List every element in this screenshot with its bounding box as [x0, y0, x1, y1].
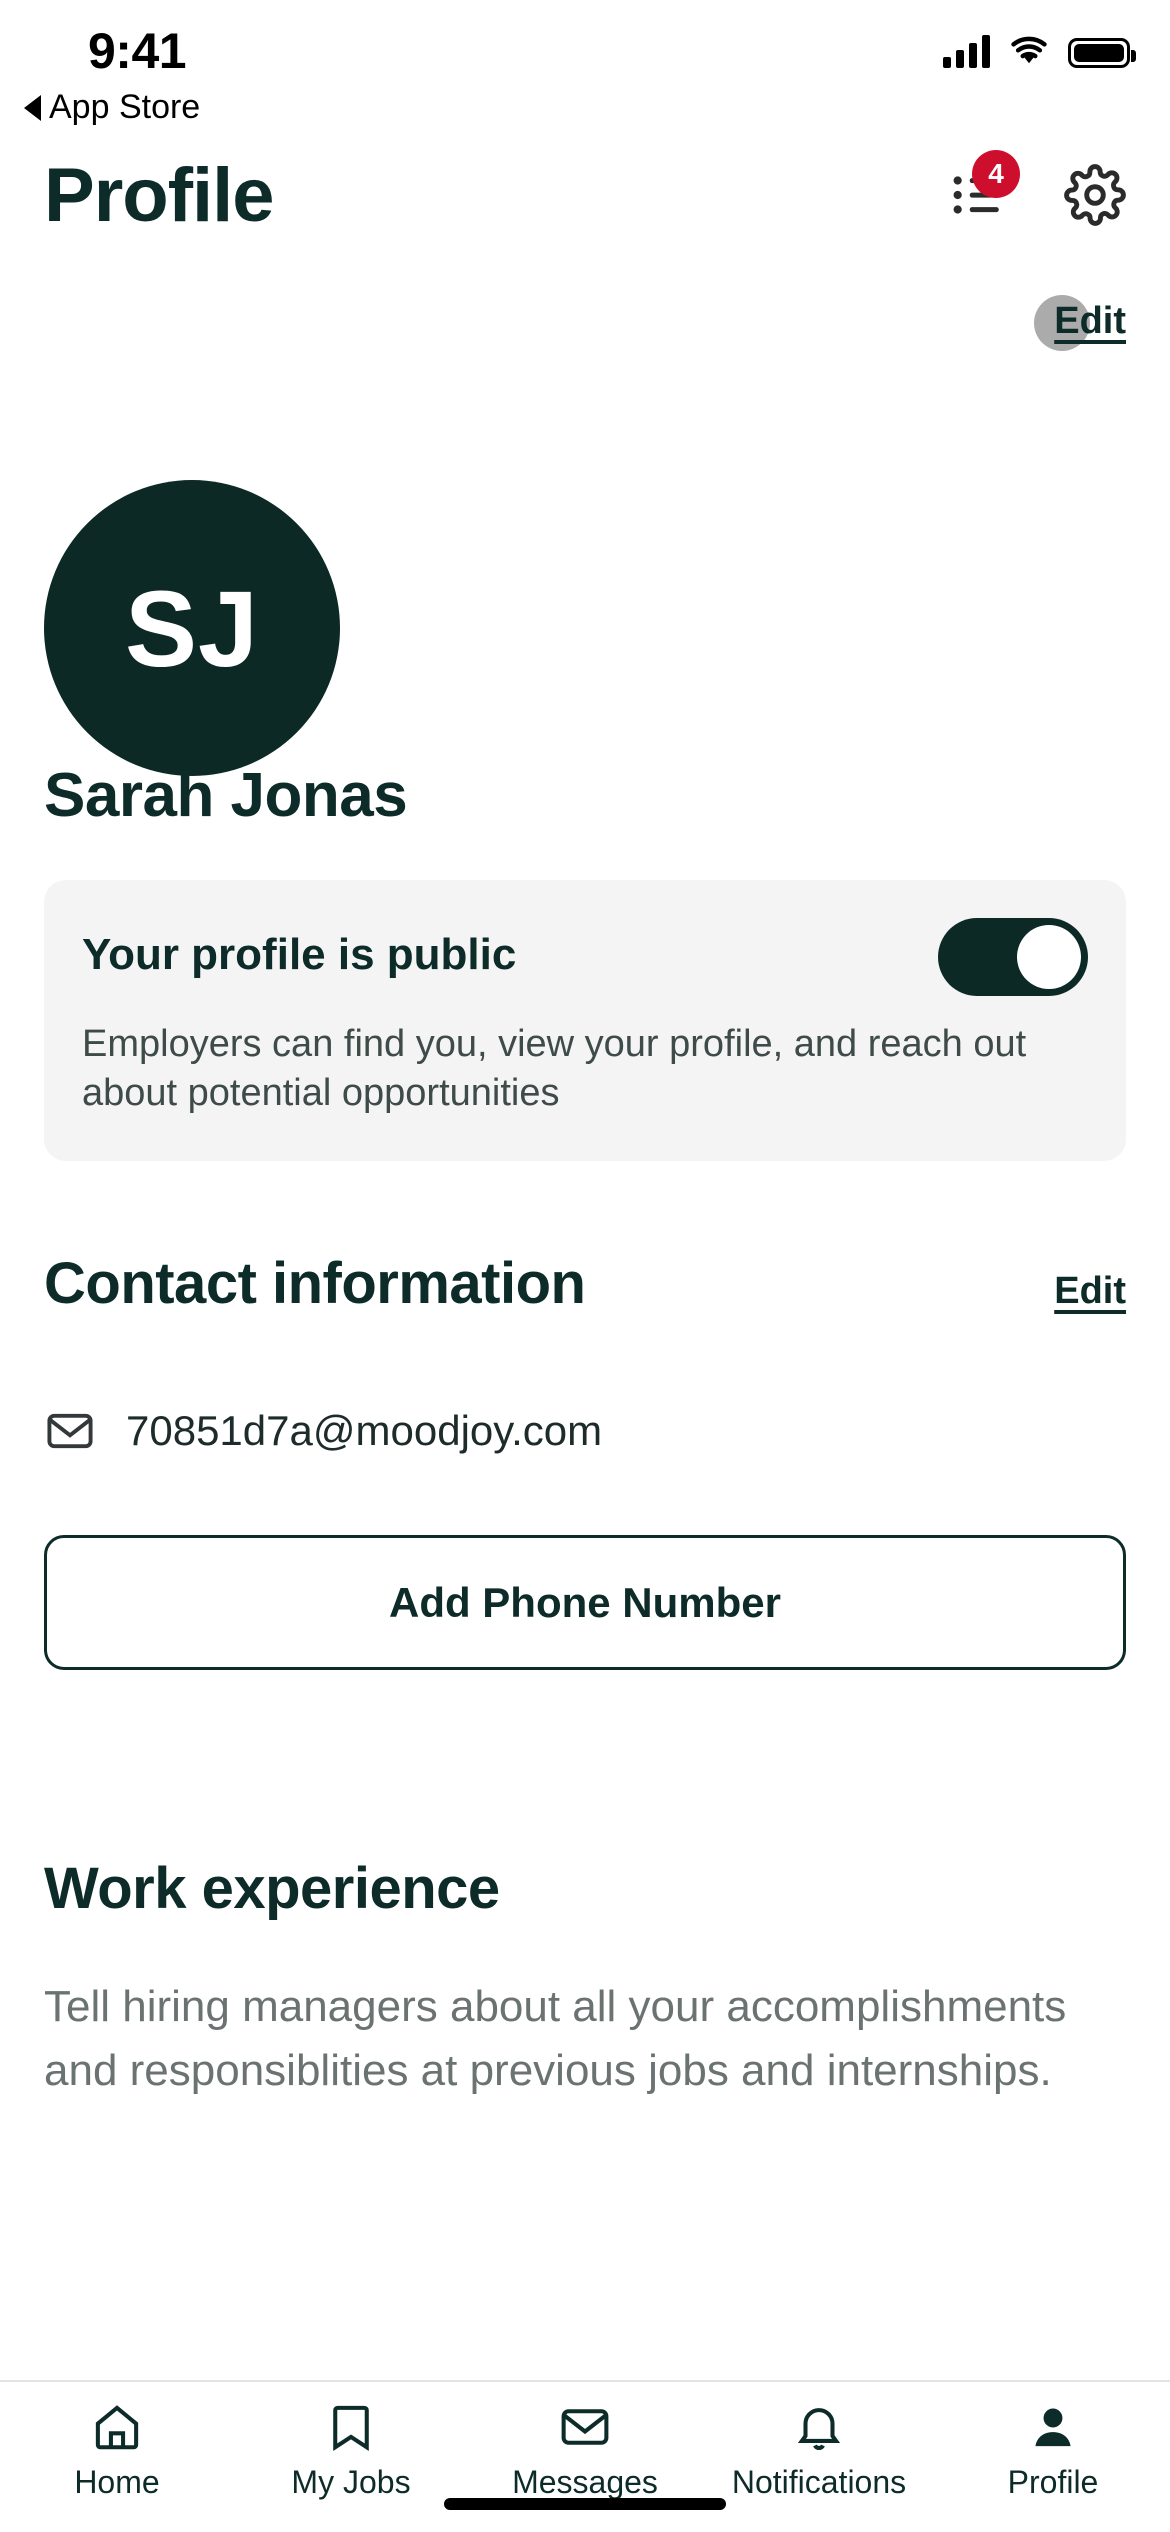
home-icon [95, 2405, 139, 2450]
back-label: App Store [49, 88, 201, 126]
avatar-initials: SJ [124, 567, 260, 689]
gear-icon [1064, 164, 1126, 226]
public-profile-title: Your profile is public [82, 930, 517, 979]
public-profile-description: Employers can find you, view your profil… [82, 1023, 1027, 1115]
public-profile-card: Your profile is public Employers can fin… [44, 880, 1126, 1161]
work-experience-description: Tell hiring managers about all your acco… [44, 1982, 1067, 2095]
activity-badge: 4 [972, 150, 1020, 198]
email-value: 70851d7a@moodjoy.com [126, 1407, 603, 1454]
battery-full-icon [1068, 38, 1136, 68]
envelope-icon [561, 2409, 609, 2445]
email-row[interactable]: 70851d7a@moodjoy.com [44, 1405, 602, 1457]
tab-home[interactable]: Home [0, 2400, 234, 2501]
tab-profile[interactable]: Profile [936, 2400, 1170, 2501]
status-bar: 9:41 App Store [0, 0, 1170, 128]
avatar-row: Edit SJ [0, 295, 1170, 776]
profile-public-toggle[interactable] [938, 918, 1088, 996]
bell-icon [797, 2408, 841, 2450]
settings-button[interactable] [1064, 164, 1126, 226]
work-experience-title: Work experience [44, 1856, 500, 1921]
profile-name: Sarah Jonas [44, 761, 408, 830]
toggle-knob [1017, 925, 1081, 989]
status-bar-time: 9:41 [88, 23, 187, 79]
triangle-left-icon [24, 94, 41, 121]
contact-section-title: Contact information [44, 1251, 586, 1316]
cellular-signal-icon [943, 34, 990, 68]
tab-label-my-jobs: My Jobs [291, 2464, 411, 2500]
bookmark-icon [333, 2405, 369, 2452]
tab-messages[interactable]: Messages [468, 2400, 702, 2501]
contact-section-header: Contact information Edit [44, 1250, 1126, 1317]
avatar[interactable]: SJ [44, 480, 340, 776]
page-header: Profile 4 [0, 140, 1170, 250]
tab-my-jobs[interactable]: My Jobs [234, 2400, 468, 2501]
tab-label-profile: Profile [1007, 2464, 1099, 2500]
status-bar-indicators [943, 34, 1136, 68]
back-to-app-store[interactable]: App Store [24, 88, 200, 127]
envelope-icon [47, 1413, 93, 1449]
edit-contact-link[interactable]: Edit [1054, 1270, 1126, 1313]
add-phone-number-button[interactable]: Add Phone Number [44, 1535, 1126, 1670]
edit-profile-link[interactable]: Edit [1054, 300, 1126, 343]
header-actions: 4 [946, 150, 1126, 226]
activity-button[interactable]: 4 [946, 150, 1020, 226]
tab-label-messages: Messages [512, 2464, 658, 2500]
wifi-icon [1008, 34, 1050, 68]
tab-notifications[interactable]: Notifications [702, 2400, 936, 2501]
person-filled-icon [1035, 2408, 1071, 2447]
tab-label-notifications: Notifications [731, 2464, 907, 2500]
tab-label-home: Home [74, 2464, 160, 2500]
home-indicator [444, 2498, 726, 2510]
page-title: Profile [44, 152, 274, 238]
profile-screen: 9:41 App Store Profile 4 Edit SJ Sarah J… [0, 0, 1170, 2532]
